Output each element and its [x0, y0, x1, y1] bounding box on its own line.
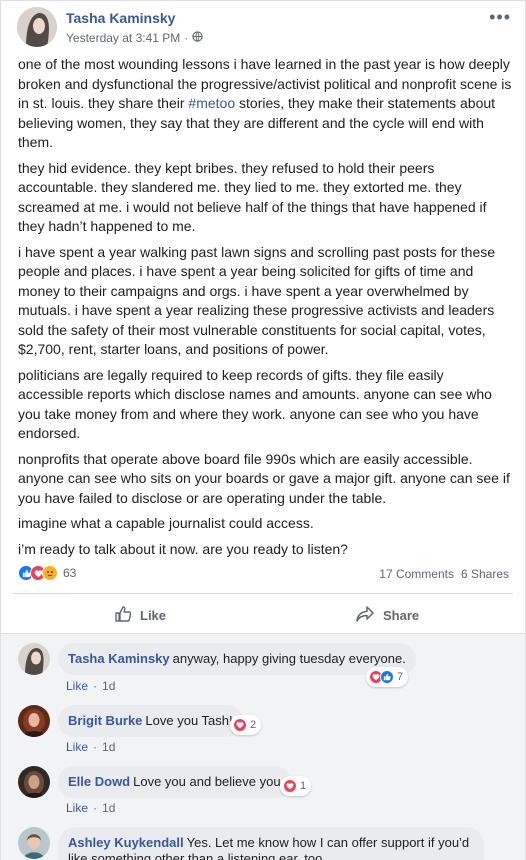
- comment-reactions[interactable]: 2: [230, 715, 262, 735]
- comment-meta: Like · 1d: [66, 740, 116, 754]
- comment-text: anyway, happy giving tuesday everyone.: [172, 651, 406, 666]
- hashtag-link[interactable]: #metoo: [188, 95, 235, 111]
- like-button[interactable]: Like: [114, 605, 166, 626]
- comment-meta: Like · 1d: [66, 679, 116, 693]
- facebook-post: Tasha Kaminsky Yesterday at 3:41 PM · ••…: [0, 0, 526, 860]
- post-meta: Yesterday at 3:41 PM ·: [66, 31, 203, 45]
- divider: [13, 593, 513, 594]
- comment-age[interactable]: 1d: [102, 740, 115, 754]
- post-author-name[interactable]: Tasha Kaminsky: [66, 10, 175, 26]
- reaction-count: 63: [63, 566, 77, 580]
- shares-count[interactable]: 6 Shares: [461, 567, 509, 581]
- comment-age[interactable]: 1d: [102, 801, 115, 815]
- commenter-avatar[interactable]: [18, 827, 50, 859]
- thumbs-up-icon: [114, 605, 132, 626]
- commenter-name[interactable]: Ashley Kuykendall: [68, 835, 184, 850]
- post-paragraph-6: imagine what a capable journalist could …: [18, 515, 314, 531]
- post-paragraph-5: nonprofits that operate above board file…: [18, 450, 510, 506]
- comment-reaction-count: 1: [300, 780, 307, 792]
- comment-text: Love you Tash!: [145, 713, 233, 728]
- post-timestamp[interactable]: Yesterday at 3:41 PM: [66, 31, 180, 45]
- comment-like-link[interactable]: Like: [66, 740, 88, 754]
- comment-like-link[interactable]: Like: [66, 801, 88, 815]
- comment-bubble: Ashley Kuykendall Yes. Let me know how I …: [58, 827, 484, 860]
- commenter-avatar[interactable]: [18, 643, 50, 675]
- comment-bubble: Tasha Kaminsky anyway, happy giving tuesd…: [58, 643, 416, 675]
- post-counts: 17 Comments 6 Shares: [379, 567, 509, 581]
- comment-age[interactable]: 1d: [102, 679, 115, 693]
- commenter-avatar[interactable]: [18, 705, 50, 737]
- comment-reaction-count: 2: [250, 719, 257, 731]
- like-label: Like: [140, 608, 167, 623]
- commenter-avatar[interactable]: [18, 766, 50, 798]
- comment-bubble: Elle Dowd Love you and believe you: [58, 766, 291, 798]
- love-reaction-icon: [233, 718, 247, 732]
- comment-like-link[interactable]: Like: [66, 679, 88, 693]
- comment-text: Yes. Let me know how I can offer support…: [186, 835, 470, 850]
- meta-separator: ·: [184, 31, 189, 45]
- sad-reaction-icon: [42, 565, 58, 581]
- more-options-icon[interactable]: •••: [489, 7, 511, 28]
- like-reaction-icon: [380, 670, 394, 684]
- comment-reactions[interactable]: 1: [280, 776, 312, 796]
- share-label: Share: [383, 608, 420, 623]
- post-paragraph-3: i have spent a year walking past lawn si…: [18, 243, 496, 358]
- post-paragraph-7: i’m ready to talk about it now. are you …: [18, 540, 348, 557]
- share-arrow-icon: [355, 605, 375, 626]
- globe-icon: [192, 31, 203, 45]
- commenter-name[interactable]: Elle Dowd: [68, 774, 130, 789]
- comment-text: Love you and believe you: [133, 774, 281, 789]
- comment-bubble: Brigit Burke Love you Tash!: [58, 705, 243, 737]
- post-paragraph-1: one of the most wounding lessons i have …: [18, 56, 512, 150]
- comment-reaction-count: 7: [397, 671, 404, 683]
- comment-text-continued: like something other than a listening ea…: [68, 851, 326, 860]
- share-button[interactable]: Share: [355, 605, 419, 626]
- post-text: one of the most wounding lessons i have …: [18, 55, 512, 565]
- comment-meta: Like · 1d: [66, 801, 116, 815]
- post-paragraph-4: politicians are legally required to keep…: [18, 366, 492, 442]
- author-avatar[interactable]: [17, 7, 57, 47]
- love-reaction-icon: [283, 779, 297, 793]
- comments-count[interactable]: 17 Comments: [379, 567, 454, 581]
- commenter-name[interactable]: Tasha Kaminsky: [68, 651, 170, 666]
- post-paragraph-2: they hid evidence. they kept bribes. the…: [18, 159, 487, 235]
- comment-reactions[interactable]: 7: [366, 667, 409, 687]
- commenter-name[interactable]: Brigit Burke: [68, 713, 142, 728]
- reaction-summary[interactable]: 63: [18, 565, 76, 581]
